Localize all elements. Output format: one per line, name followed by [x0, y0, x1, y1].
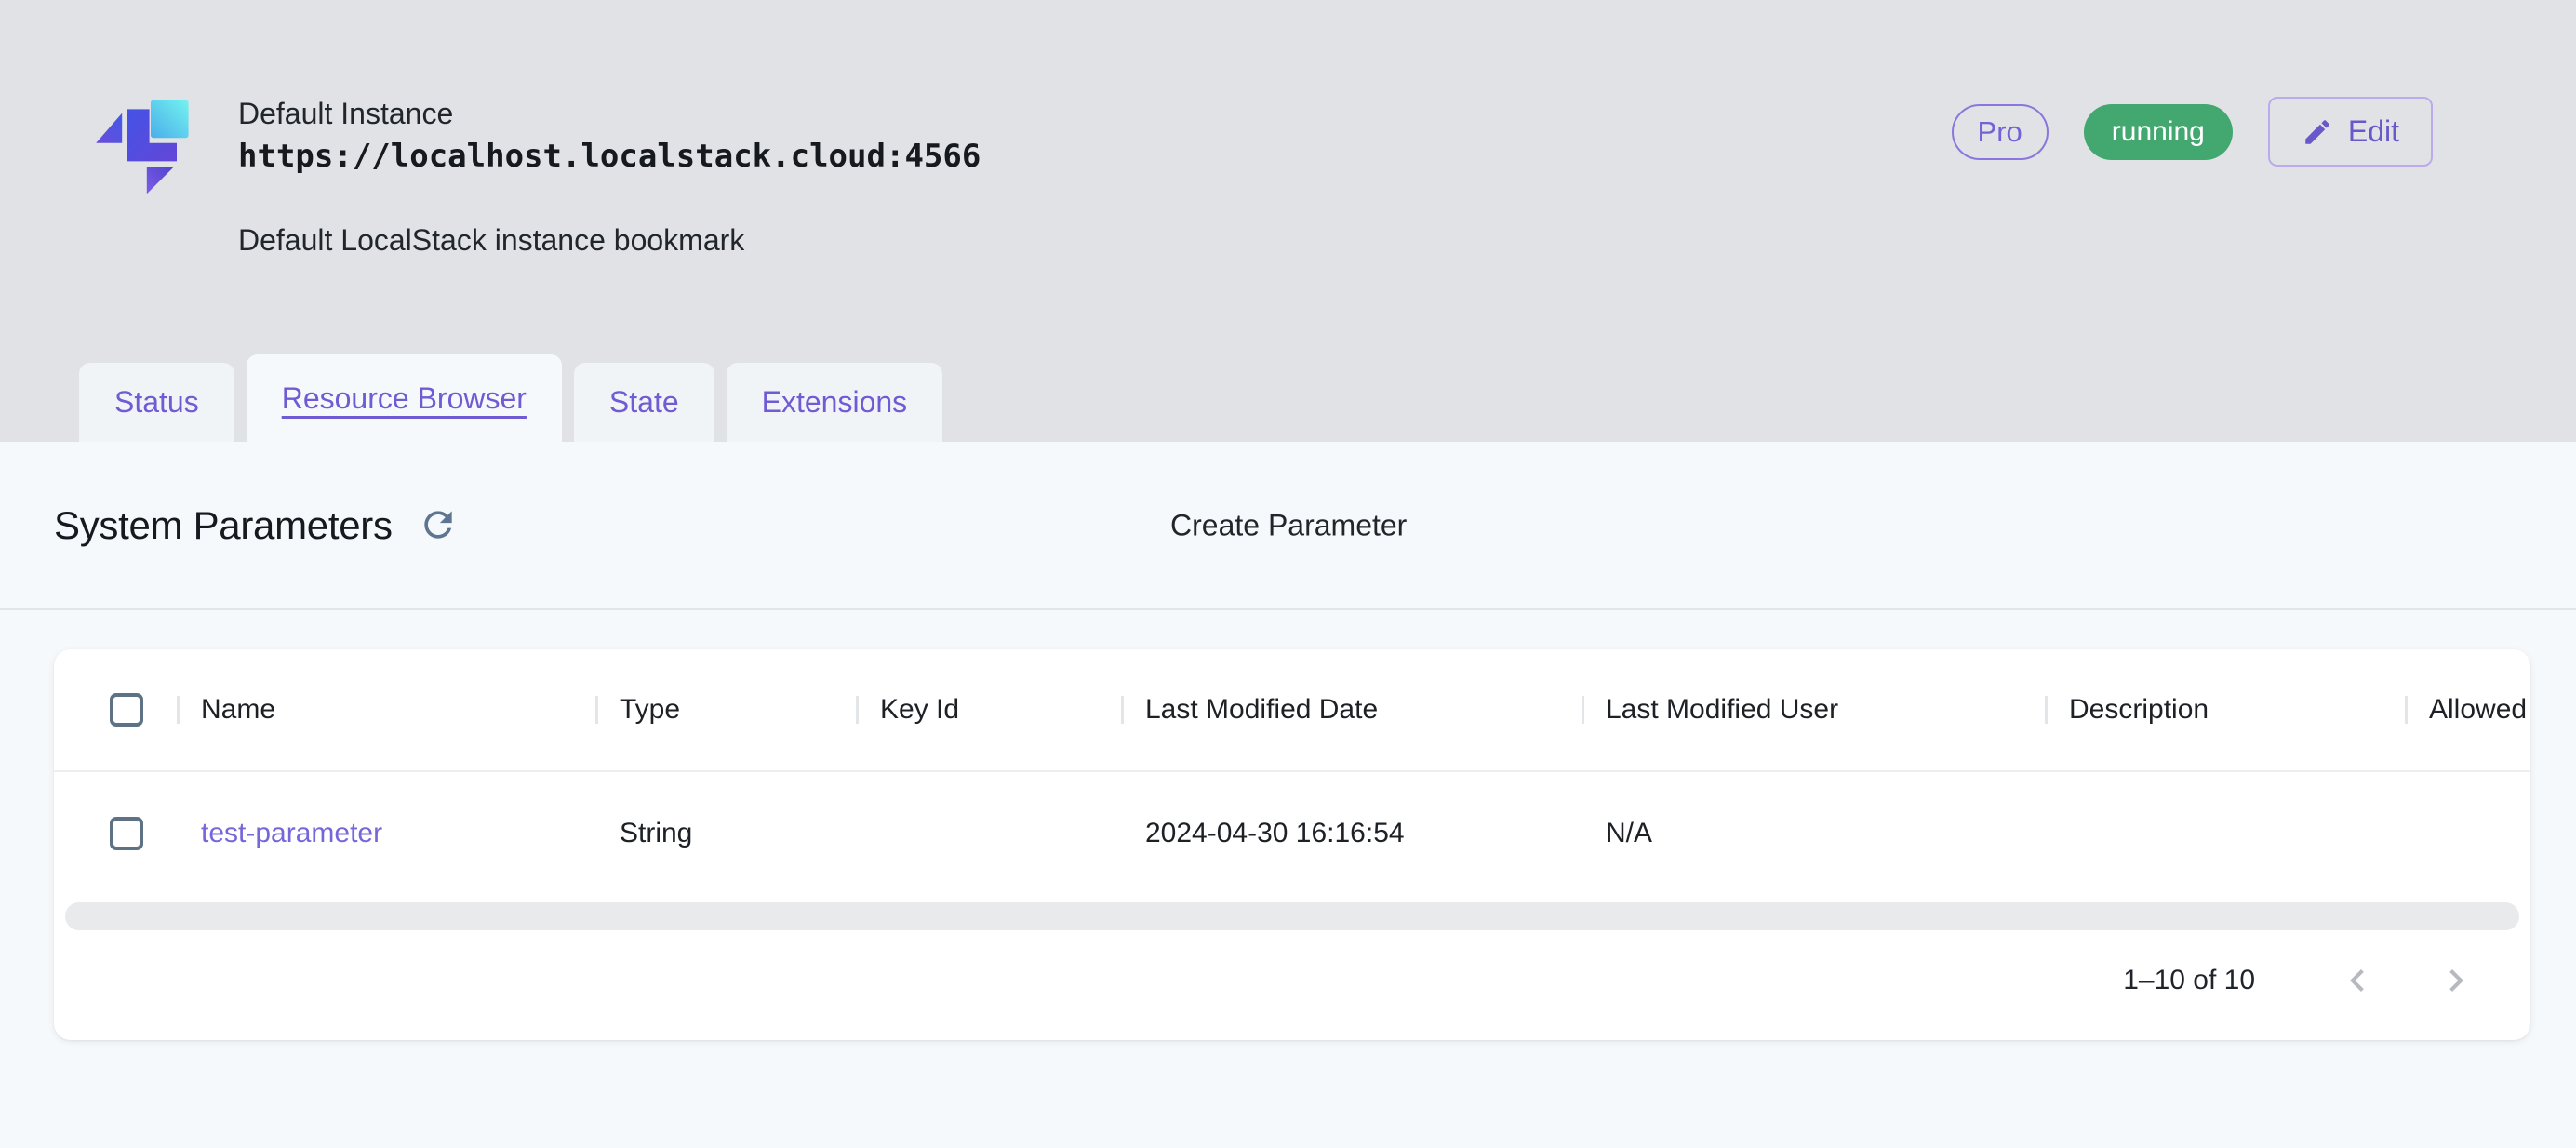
- next-page-button[interactable]: [2434, 958, 2478, 1003]
- column-header-last-modified-date[interactable]: Last Modified Date: [1121, 694, 1582, 726]
- instance-info: Default Instance https://localhost.local…: [238, 93, 981, 260]
- tab-extensions[interactable]: Extensions: [727, 363, 943, 442]
- column-header-name[interactable]: Name: [177, 694, 595, 726]
- column-header-description[interactable]: Description: [2045, 694, 2405, 726]
- edit-button[interactable]: Edit: [2268, 97, 2433, 167]
- instance-header: Default Instance https://localhost.local…: [0, 0, 2576, 442]
- page-title: System Parameters: [54, 503, 393, 548]
- select-all-checkbox[interactable]: [110, 693, 143, 727]
- localstack-logo-icon: [86, 82, 216, 212]
- instance-url: https://localhost.localstack.cloud:4566: [238, 134, 981, 179]
- parameters-table-card: Name Type Key Id Last Modified Date Last…: [54, 649, 2530, 1040]
- refresh-button[interactable]: [417, 504, 460, 547]
- tab-bar: Status Resource Browser State Extensions: [79, 354, 942, 442]
- cell-type: String: [595, 818, 856, 849]
- header-badges: Pro running Edit: [1952, 97, 2433, 167]
- create-parameter-button[interactable]: Create Parameter: [1170, 508, 1407, 542]
- previous-page-button[interactable]: [2335, 958, 2380, 1003]
- column-header-type[interactable]: Type: [595, 694, 856, 726]
- column-header-key-id[interactable]: Key Id: [856, 694, 1121, 726]
- running-status-badge: running: [2084, 104, 2233, 160]
- refresh-icon: [418, 504, 459, 545]
- row-checkbox-cell: [54, 817, 177, 850]
- row-checkbox[interactable]: [110, 817, 143, 850]
- instance-subtitle: Default LocalStack instance bookmark: [238, 220, 981, 260]
- pagination-range-label: 1–10 of 10: [2123, 965, 2255, 996]
- header-checkbox-cell: [54, 693, 177, 727]
- table-header-row: Name Type Key Id Last Modified Date Last…: [54, 649, 2530, 772]
- pro-badge: Pro: [1952, 104, 2049, 160]
- horizontal-scrollbar[interactable]: [65, 902, 2519, 930]
- resource-toolbar: System Parameters Create Parameter Actio…: [0, 442, 2576, 610]
- column-header-last-modified-user[interactable]: Last Modified User: [1582, 694, 2045, 726]
- tab-resource-browser[interactable]: Resource Browser: [247, 354, 562, 442]
- pagination: 1–10 of 10: [54, 930, 2530, 1031]
- edit-button-label: Edit: [2348, 114, 2399, 149]
- tab-state[interactable]: State: [574, 363, 714, 442]
- pencil-icon: [2302, 116, 2333, 148]
- instance-title: Default Instance: [238, 93, 981, 134]
- parameter-name-link[interactable]: test-parameter: [201, 818, 382, 848]
- tab-status[interactable]: Status: [79, 363, 234, 442]
- cell-last-modified-user: N/A: [1582, 818, 2045, 849]
- column-header-allowed[interactable]: Allowed: [2405, 694, 2530, 726]
- table-row: test-parameter String 2024-04-30 16:16:5…: [54, 772, 2530, 895]
- chevron-right-icon: [2434, 958, 2478, 1003]
- chevron-left-icon: [2335, 958, 2380, 1003]
- cell-last-modified-date: 2024-04-30 16:16:54: [1121, 818, 1582, 849]
